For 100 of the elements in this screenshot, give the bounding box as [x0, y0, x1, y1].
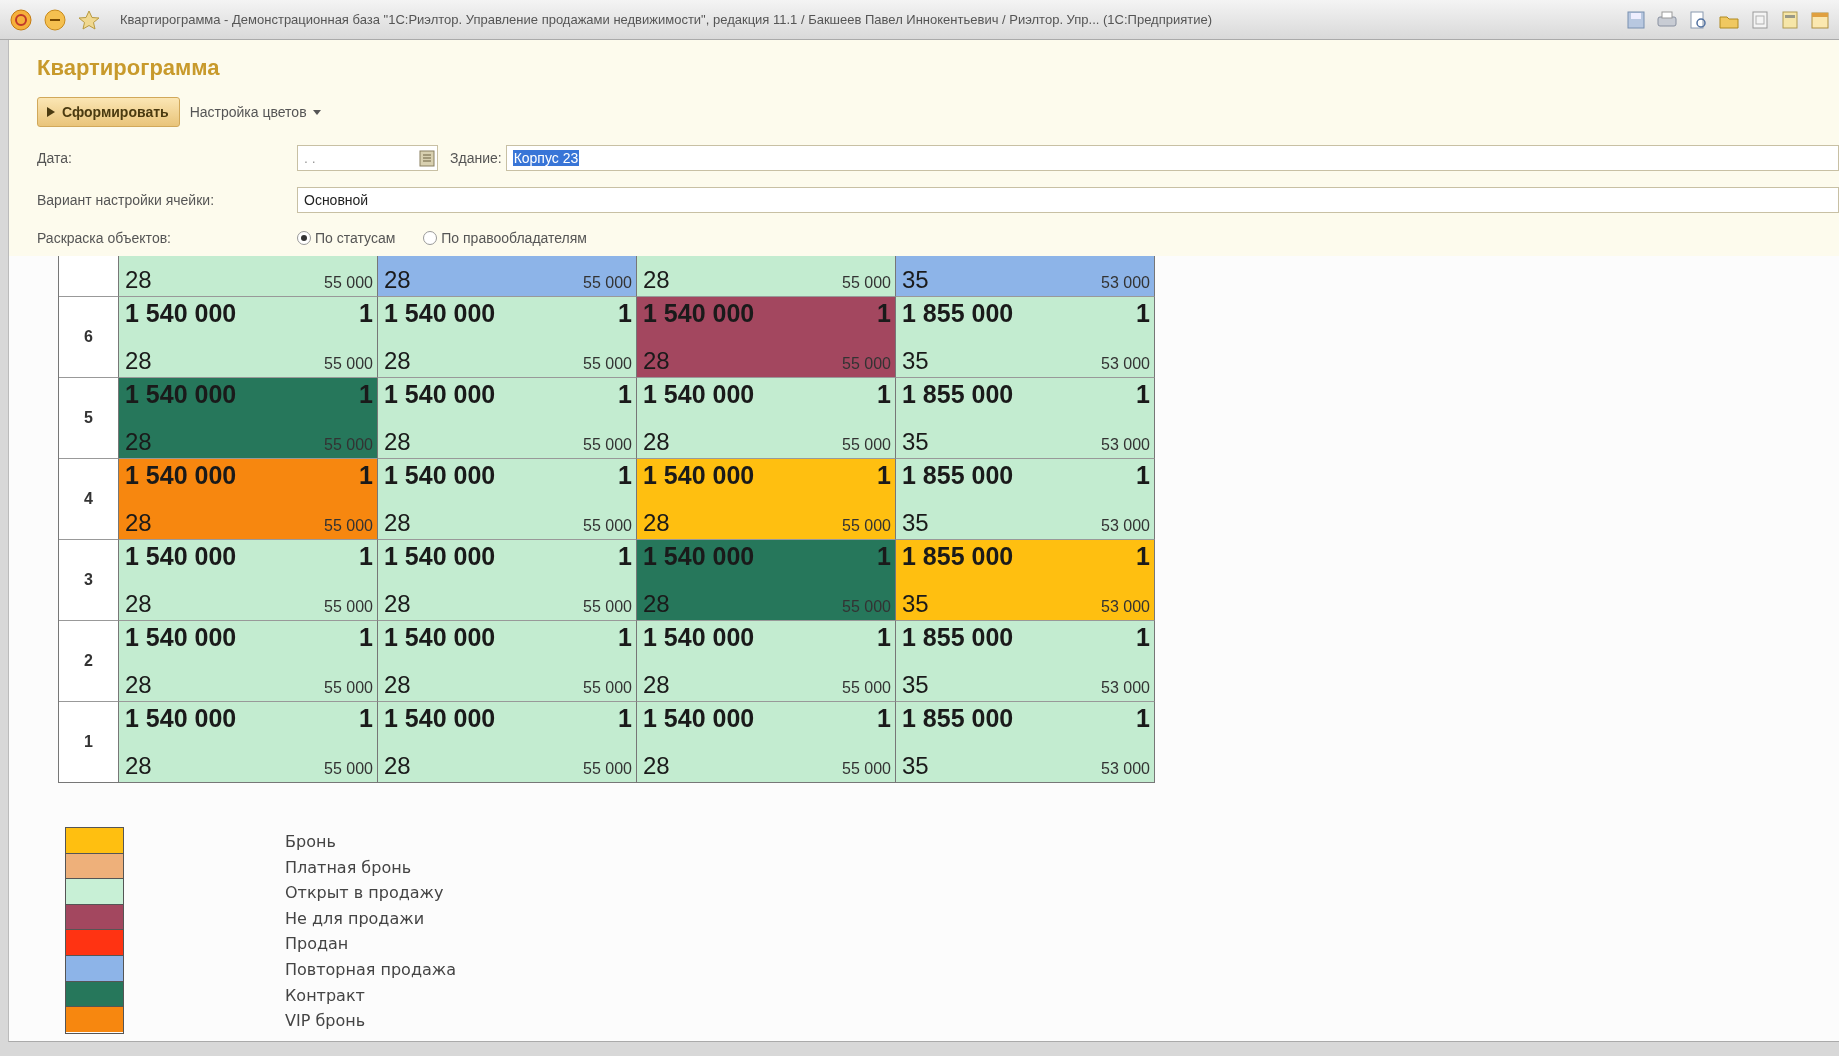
- radio-option[interactable]: По статусам: [297, 230, 396, 246]
- apartment-area: 28: [125, 428, 152, 456]
- legend-label: Платная бронь: [285, 856, 413, 879]
- radio-button[interactable]: [423, 231, 438, 245]
- radio-button[interactable]: [297, 231, 311, 245]
- apartment-price: 1 540 000: [125, 299, 237, 328]
- legend-label: Повторная продажа: [285, 958, 457, 981]
- apartment-price: 1 540 000: [384, 380, 496, 409]
- price-per-meter: 55 000: [324, 598, 373, 617]
- save-icon: [1627, 10, 1645, 29]
- apartment-area: 28: [125, 509, 152, 537]
- apartment-cell[interactable]: 1 540 000 1 28 55 000: [378, 539, 637, 620]
- legend-label: VIP бронь: [285, 1010, 367, 1033]
- apartment-cell[interactable]: 1 855 000 1 35 53 000: [896, 458, 1155, 539]
- floor-number: 1: [84, 733, 93, 751]
- apartment-price: 1 540 000: [125, 380, 237, 409]
- apartment-cell[interactable]: 1 540 000 1 28 55 000: [119, 620, 378, 701]
- legend-label: Продан: [285, 933, 350, 956]
- apartment-price: 1 540 000: [384, 623, 496, 652]
- price-per-meter: 53 000: [1101, 598, 1150, 617]
- star-icon: [78, 8, 100, 31]
- room-count: 1: [877, 704, 891, 733]
- apartment-cell[interactable]: 1 540 000 1 28 55 000: [119, 296, 378, 377]
- minus-icon: [44, 8, 66, 31]
- price-per-meter: 55 000: [324, 436, 373, 455]
- apartment-cell[interactable]: 1 855 000 1 35 53 000: [896, 701, 1155, 782]
- apartment-cell[interactable]: 28 55 000: [119, 256, 378, 296]
- apartment-area: 35: [902, 671, 929, 699]
- price-per-meter: 55 000: [583, 274, 632, 293]
- preview-icon: [1689, 10, 1707, 29]
- room-count: 1: [877, 623, 891, 652]
- apartment-cell[interactable]: 1 540 000 1 28 55 000: [378, 296, 637, 377]
- field-label: Раскраска объектов:: [37, 230, 172, 246]
- apartment-cell[interactable]: 1 540 000 1 28 55 000: [637, 701, 896, 782]
- apartment-area: 35: [902, 509, 929, 537]
- apartment-cell[interactable]: 1 855 000 1 35 53 000: [896, 620, 1155, 701]
- apartment-price: 1 540 000: [384, 299, 496, 328]
- apartment-area: 35: [902, 590, 929, 618]
- apartment-price: 1 540 000: [125, 623, 237, 652]
- apartment-cell[interactable]: 1 540 000 1 28 55 000: [637, 620, 896, 701]
- apartment-price: 1 540 000: [384, 542, 496, 571]
- variant-field[interactable]: Основной: [297, 187, 1839, 213]
- apartment-cell[interactable]: 1 855 000 1 35 53 000: [896, 377, 1155, 458]
- apartment-cell[interactable]: 28 55 000: [378, 256, 637, 296]
- apartment-area: 28: [384, 347, 411, 375]
- apartment-cell[interactable]: 1 540 000 1 28 55 000: [119, 701, 378, 782]
- apartment-area: 28: [384, 752, 411, 780]
- room-count: 1: [359, 380, 373, 409]
- apartment-cell[interactable]: 1 540 000 1 28 55 000: [378, 620, 637, 701]
- price-per-meter: 53 000: [1101, 355, 1150, 374]
- price-per-meter: 55 000: [842, 760, 891, 779]
- field-label: Дата:: [37, 150, 73, 166]
- floor-number: 3: [84, 571, 93, 589]
- price-per-meter: 55 000: [583, 355, 632, 374]
- apartment-cell[interactable]: 1 540 000 1 28 55 000: [119, 458, 378, 539]
- apartment-area: 35: [902, 752, 929, 780]
- apartment-price: 1 540 000: [643, 704, 755, 733]
- legend-label: Не для продажи: [285, 907, 426, 930]
- price-per-meter: 55 000: [324, 274, 373, 293]
- apartment-area: 28: [125, 590, 152, 618]
- apartment-area: 28: [643, 752, 670, 780]
- building-field[interactable]: Корпус 23: [505, 145, 1839, 171]
- floor-number: 5: [84, 409, 93, 427]
- room-count: 1: [359, 623, 373, 652]
- price-per-meter: 53 000: [1101, 760, 1150, 779]
- apartment-cell[interactable]: 1 540 000 1 28 55 000: [378, 377, 637, 458]
- price-per-meter: 55 000: [842, 436, 891, 455]
- document-icon: [1751, 10, 1769, 29]
- apartment-price: 1 540 000: [643, 542, 755, 571]
- calendar-icon: [419, 149, 435, 167]
- apartment-cell[interactable]: 1 540 000 1 28 55 000: [119, 539, 378, 620]
- price-per-meter: 53 000: [1101, 679, 1150, 698]
- room-count: 1: [359, 704, 373, 733]
- apartment-cell[interactable]: 1 540 000 1 28 55 000: [637, 377, 896, 458]
- apartment-cell[interactable]: 1 540 000 1 28 55 000: [378, 701, 637, 782]
- price-per-meter: 55 000: [583, 598, 632, 617]
- apartment-price: 1 540 000: [643, 380, 755, 409]
- apartment-cell[interactable]: 1 855 000 1 35 53 000: [896, 539, 1155, 620]
- radio-option[interactable]: По правообладателям: [423, 230, 587, 246]
- apartment-cell[interactable]: 28 55 000: [637, 256, 896, 296]
- price-per-meter: 53 000: [1101, 436, 1150, 455]
- caret-icon: [312, 109, 321, 115]
- room-count: 1: [359, 461, 373, 490]
- apartment-price: 1 855 000: [902, 380, 1014, 409]
- generate-button[interactable]: Сформировать: [37, 97, 180, 127]
- colors-menu[interactable]: Настройка цветов: [189, 104, 321, 120]
- apartment-cell[interactable]: 1 855 000 1 35 53 000: [896, 296, 1155, 377]
- apartment-cell[interactable]: 1 540 000 1 28 55 000: [637, 458, 896, 539]
- legend-label: Контракт: [285, 984, 366, 1007]
- price-per-meter: 53 000: [1101, 274, 1150, 293]
- logo-icon: [10, 8, 32, 31]
- price-per-meter: 55 000: [583, 436, 632, 455]
- room-count: 1: [877, 299, 891, 328]
- apartment-cell[interactable]: 1 540 000 1 28 55 000: [378, 458, 637, 539]
- apartment-area: 28: [643, 266, 670, 294]
- apartment-cell[interactable]: 35 53 000: [896, 256, 1155, 296]
- field-label: Здание:: [450, 150, 502, 166]
- apartment-area: 28: [125, 752, 152, 780]
- apartment-area: 28: [384, 671, 411, 699]
- apartment-price: 1 540 000: [125, 704, 237, 733]
